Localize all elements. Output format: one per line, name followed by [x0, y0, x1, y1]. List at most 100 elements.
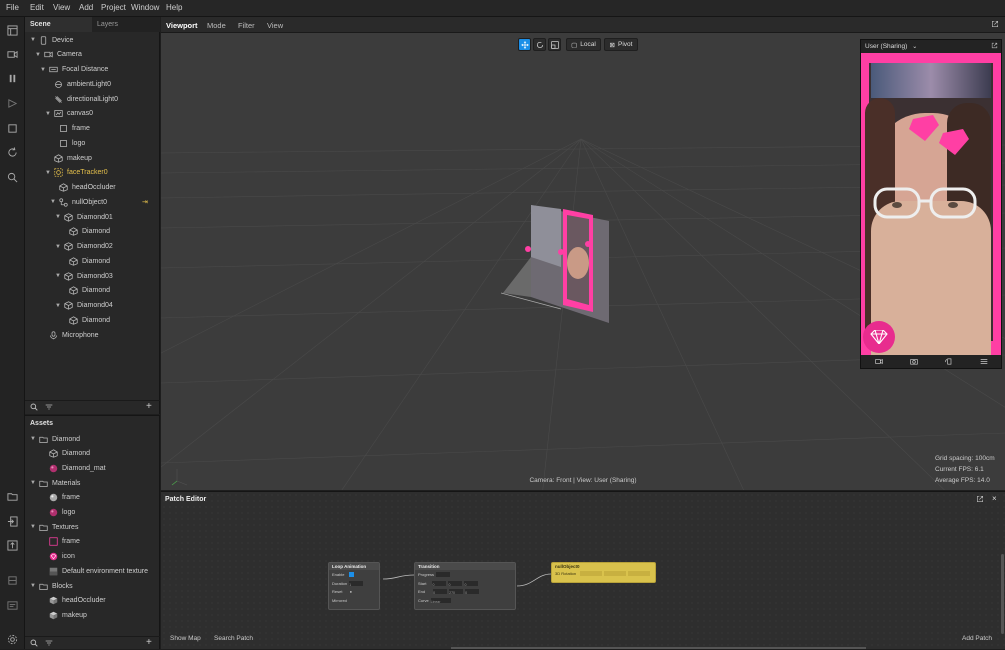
caret-down-icon[interactable]: ▼	[45, 111, 51, 117]
assets-tree-item[interactable]: ▼ Diamond	[30, 432, 80, 446]
show-map-button[interactable]: Show Map	[170, 635, 201, 642]
record-video-icon[interactable]	[874, 358, 883, 367]
preview-device-select[interactable]: User (Sharing) ⌄	[861, 40, 1001, 52]
play-icon[interactable]	[5, 96, 19, 110]
move-tool-button[interactable]	[518, 38, 531, 51]
progress-field[interactable]	[436, 572, 451, 578]
start-x-field[interactable]: 0	[432, 580, 447, 587]
stop-icon[interactable]	[5, 121, 19, 135]
assets-tree-item[interactable]: Diamond	[40, 447, 90, 461]
tab-mode[interactable]: Mode	[207, 21, 226, 30]
menu-add[interactable]: Add	[79, 3, 93, 12]
assets-tree-item[interactable]: icon	[40, 550, 75, 564]
menu-file[interactable]: File	[6, 3, 19, 12]
null-object-node[interactable]: nullObject0 3D Rotation	[551, 562, 656, 583]
loop-animation-node[interactable]: Loop Animation Enable Duration 1 Reset ● …	[328, 562, 380, 610]
refresh-icon[interactable]	[5, 145, 19, 159]
assets-tree-item[interactable]: ▼ Textures	[30, 520, 78, 534]
patch-scrollbar[interactable]	[1001, 554, 1004, 634]
caret-down-icon[interactable]: ▼	[55, 303, 61, 309]
duration-field[interactable]: 1	[349, 580, 364, 587]
search-patch-button[interactable]: Search Patch	[214, 635, 253, 642]
menu-view[interactable]: View	[53, 3, 70, 12]
scene-tree-item[interactable]: Diamond	[60, 225, 110, 239]
assets-tree-item[interactable]: ▼ Materials	[30, 476, 80, 490]
screenshot-icon[interactable]	[909, 358, 918, 367]
caret-down-icon[interactable]: ▼	[30, 436, 36, 442]
search-icon[interactable]	[5, 170, 19, 184]
scene-3d-object[interactable]	[500, 197, 641, 327]
rotate-tool-button[interactable]	[533, 38, 546, 51]
assets-tree-item[interactable]: Default environment texture	[40, 564, 148, 578]
scene-tree-item[interactable]: ▼ Camera	[35, 48, 82, 62]
preview-popout-icon[interactable]	[991, 42, 998, 51]
rotation-z-field[interactable]	[628, 571, 651, 577]
folder-icon[interactable]	[5, 489, 19, 503]
scene-tree-item[interactable]: directionalLight0	[45, 92, 118, 106]
video-icon[interactable]	[5, 47, 19, 61]
caret-down-icon[interactable]: ▼	[45, 170, 51, 176]
upload-icon[interactable]	[5, 538, 19, 552]
scene-tree-item[interactable]: headOccluder	[50, 181, 116, 195]
transition-node[interactable]: Transition Progress Start 0 0 0 End 0 270 0 Cu…	[414, 562, 516, 610]
assets-tree-item[interactable]: makeup	[40, 608, 87, 622]
pause-icon[interactable]	[5, 71, 19, 85]
grid-icon[interactable]	[5, 573, 19, 587]
scene-tree-item[interactable]: ▼ Diamond04	[55, 299, 113, 313]
scene-tree-item[interactable]: ▼ canvas0	[45, 107, 93, 121]
scene-tree-item[interactable]: ▼ Device	[30, 33, 73, 47]
rotation-x-field[interactable]	[580, 571, 603, 577]
pivot-toggle-button[interactable]: ⊠ Pivot	[604, 38, 638, 51]
tab-viewport[interactable]: Viewport	[166, 21, 198, 30]
assets-add-icon[interactable]: +	[146, 637, 152, 648]
tab-layers[interactable]: Layers	[92, 17, 160, 32]
scene-tree-item[interactable]: logo	[50, 136, 85, 150]
caret-down-icon[interactable]: ▼	[30, 524, 36, 530]
scene-tree-item[interactable]: ▼ Focal Distance	[40, 63, 108, 77]
start-y-field[interactable]: 0	[448, 580, 463, 587]
tab-filter[interactable]: Filter	[238, 21, 255, 30]
menu-window[interactable]: Window	[131, 3, 159, 12]
assets-tree-item[interactable]: frame	[40, 535, 80, 549]
end-x-field[interactable]: 0	[433, 589, 448, 595]
caret-down-icon[interactable]: ▼	[30, 480, 36, 486]
end-y-field[interactable]: 270	[449, 589, 464, 595]
scene-filter-icon[interactable]	[45, 403, 53, 413]
link-arrow-icon[interactable]: ⇥	[142, 198, 148, 206]
scene-search-icon[interactable]	[30, 403, 38, 413]
caret-down-icon[interactable]: ▼	[30, 37, 36, 43]
rotate-device-icon[interactable]	[944, 358, 953, 367]
console-icon[interactable]	[5, 598, 19, 612]
caret-down-icon[interactable]: ▼	[40, 67, 46, 73]
scene-tree-item[interactable]: Diamond	[60, 313, 110, 327]
scene-tree-item[interactable]: Microphone	[40, 328, 99, 342]
curve-select[interactable]: Linear	[430, 597, 451, 604]
popout-icon[interactable]	[991, 20, 999, 30]
start-z-field[interactable]: 0	[464, 580, 479, 587]
menu-help[interactable]: Help	[166, 3, 182, 12]
scene-tree-item[interactable]: makeup	[45, 151, 92, 165]
scene-tree-item[interactable]: ▼ Diamond01	[55, 210, 113, 224]
import-icon[interactable]	[5, 514, 19, 528]
scene-tree-item[interactable]: ▼ Diamond02	[55, 240, 113, 254]
add-patch-button[interactable]: Add Patch	[962, 635, 992, 642]
caret-down-icon[interactable]: ▼	[30, 583, 36, 589]
scene-tree-item[interactable]: ▼ faceTracker0	[45, 166, 108, 180]
end-z-field[interactable]: 0	[465, 589, 480, 595]
scene-tree-item[interactable]: Diamond	[60, 254, 110, 268]
local-toggle-button[interactable]: ▢ Local	[566, 38, 601, 51]
enable-checkbox[interactable]	[348, 572, 354, 578]
caret-down-icon[interactable]: ▼	[55, 214, 61, 220]
assets-tree-item[interactable]: frame	[40, 491, 80, 505]
menu-edit[interactable]: Edit	[30, 3, 44, 12]
caret-down-icon[interactable]: ▼	[35, 52, 41, 58]
scene-tree-item[interactable]: ambientLight0	[45, 77, 111, 91]
assets-tree-item[interactable]: Diamond_mat	[40, 461, 106, 475]
scene-add-icon[interactable]: +	[146, 401, 152, 412]
assets-tree-item[interactable]: logo	[40, 506, 75, 520]
caret-down-icon[interactable]: ▼	[55, 273, 61, 279]
menu-icon[interactable]	[980, 358, 988, 367]
gear-icon[interactable]	[5, 632, 19, 646]
assets-filter-icon[interactable]	[45, 639, 53, 649]
assets-tree-item[interactable]: ▼ Blocks	[30, 579, 73, 593]
